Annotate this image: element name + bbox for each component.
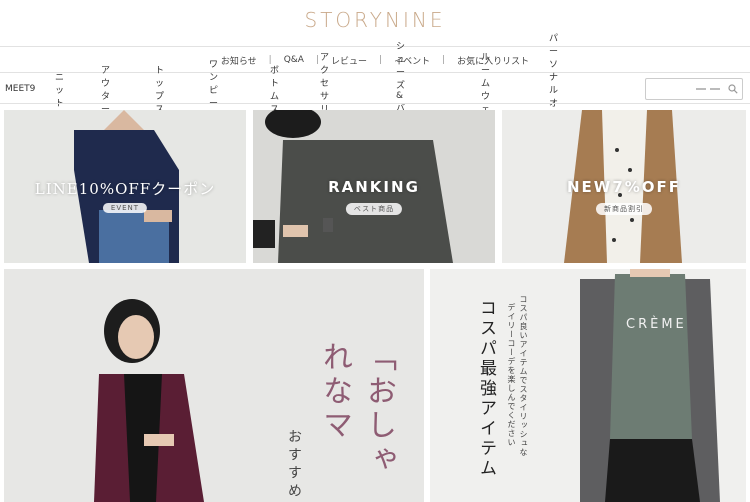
banner-new[interactable]: NEW7%OFF 新商品割引 <box>502 110 746 263</box>
banner-caption: RANKING <box>328 178 420 196</box>
shirt-print: CRÈME <box>626 317 687 332</box>
search-icon[interactable] <box>728 84 738 94</box>
feature-title: コスパ最強アイテム <box>476 299 496 479</box>
feature-stylish[interactable]: 「おしゃれなマ おすすめ <box>4 269 424 502</box>
nav-outer[interactable]: アウター <box>101 63 110 115</box>
subnav-event[interactable]: イベント <box>382 54 442 67</box>
banner-coupon[interactable]: LINE10%OFFクーポン EVENT <box>4 110 246 263</box>
site-logo[interactable]: STORYNINE <box>0 8 750 32</box>
subnav-divider <box>0 72 750 73</box>
feature-costperf[interactable]: CRÈME コスパ最強アイテム コスパ良いアイテムでスタイリッシュな デイリーコ… <box>430 269 746 502</box>
banner-caption: NEW7%OFF <box>566 178 682 196</box>
nav-meet9[interactable]: MEET9 <box>5 84 35 94</box>
feature-sub: おすすめ <box>286 429 302 501</box>
header-divider <box>0 46 750 47</box>
search-box[interactable] <box>645 78 743 100</box>
search-decoration <box>696 88 706 90</box>
banner-tag: EVENT <box>102 203 148 213</box>
banner-tag: ベスト商品 <box>345 203 403 215</box>
banner-caption: LINE10%OFFクーポン <box>34 180 216 198</box>
feature-headline: 「おしゃれなマ <box>317 341 396 477</box>
feature-desc-1: コスパ良いアイテムでスタイリッシュな <box>519 295 528 457</box>
feature-desc-2: デイリーコーデを楽しんでください <box>507 303 516 447</box>
banner-ranking[interactable]: RANKING ベスト商品 <box>253 110 495 263</box>
nav-tops[interactable]: トップス <box>155 63 164 115</box>
search-decoration <box>710 88 720 90</box>
sub-nav: お知らせ | Q&A | レビュー | イベント | お気に入りリスト <box>0 51 750 69</box>
nav-bottoms[interactable]: ボトムス <box>270 63 279 115</box>
nav-divider <box>0 103 750 104</box>
banner-tag: 新商品割引 <box>596 203 652 215</box>
subnav-favorites[interactable]: お気に入りリスト <box>445 54 541 67</box>
